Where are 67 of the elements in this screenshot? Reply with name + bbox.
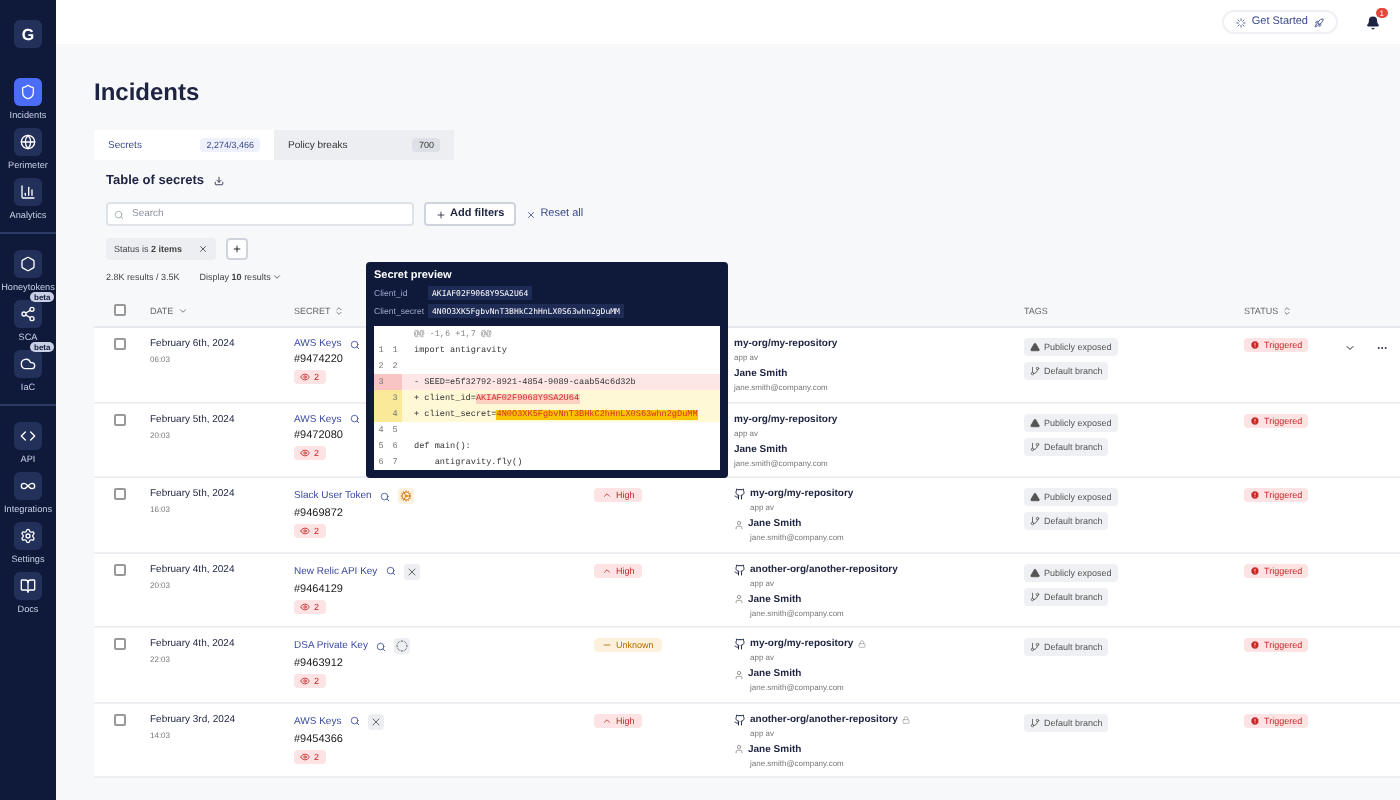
add-button[interactable] xyxy=(226,238,249,260)
chevron-up-icon xyxy=(602,490,612,500)
eye-icon xyxy=(300,372,310,382)
branch-icon xyxy=(1030,642,1040,652)
logo[interactable]: G xyxy=(14,20,42,48)
branch-icon xyxy=(1030,366,1040,376)
checkbox[interactable] xyxy=(114,338,126,350)
alert-icon xyxy=(1250,415,1260,425)
cloud-icon[interactable] xyxy=(14,350,42,378)
plus-icon xyxy=(436,209,446,219)
rocket-icon xyxy=(1314,17,1324,27)
bell-icon[interactable] xyxy=(1366,15,1380,29)
page-title: Incidents xyxy=(94,78,202,106)
chevron-down-icon[interactable] xyxy=(177,305,188,315)
alert-icon xyxy=(1250,715,1260,725)
eye-icon xyxy=(300,751,310,761)
branch-icon xyxy=(1030,591,1040,601)
search-icon[interactable] xyxy=(385,566,396,576)
search-icon[interactable] xyxy=(349,414,360,424)
download-icon[interactable] xyxy=(214,176,225,186)
shield-icon[interactable] xyxy=(14,78,42,106)
warning-icon xyxy=(1030,342,1040,352)
eye-icon xyxy=(300,526,310,536)
gear-icon xyxy=(397,488,414,504)
search-icon[interactable] xyxy=(379,491,390,501)
branch-icon xyxy=(1030,516,1040,526)
checkbox[interactable] xyxy=(114,638,126,650)
checkbox[interactable] xyxy=(114,488,126,500)
chevron-down-icon[interactable] xyxy=(1344,342,1356,354)
globe-icon[interactable] xyxy=(14,128,42,156)
search-icon[interactable] xyxy=(349,339,360,349)
search-icon xyxy=(114,209,124,219)
book-icon[interactable] xyxy=(14,572,42,600)
warning-icon xyxy=(1030,492,1040,502)
close-icon xyxy=(403,563,420,579)
infinity-icon[interactable] xyxy=(14,472,42,500)
warning-icon xyxy=(1030,567,1040,577)
dash-icon xyxy=(602,640,612,650)
checkbox[interactable] xyxy=(114,563,126,575)
checkbox[interactable] xyxy=(114,304,126,316)
close-icon xyxy=(367,713,384,729)
search-icon[interactable] xyxy=(349,716,360,726)
eye-icon xyxy=(300,447,310,457)
search-icon[interactable] xyxy=(375,641,386,651)
branch-icon xyxy=(1030,717,1040,727)
eye-icon xyxy=(300,601,310,611)
warning-icon xyxy=(1030,417,1040,427)
alert-icon xyxy=(1250,640,1260,650)
user-icon xyxy=(734,594,744,604)
chevron-up-icon xyxy=(602,715,612,725)
plus-icon xyxy=(232,244,243,254)
user-icon xyxy=(734,669,744,679)
eye-icon xyxy=(300,676,310,686)
alert-icon xyxy=(1250,490,1260,500)
share-icon[interactable] xyxy=(14,300,42,328)
user-icon xyxy=(734,519,744,529)
code-icon[interactable] xyxy=(14,422,42,450)
alert-icon xyxy=(1250,340,1260,350)
checkbox[interactable] xyxy=(114,713,126,725)
chevron-down-icon xyxy=(272,272,283,282)
user-icon xyxy=(734,744,744,754)
settings-icon[interactable] xyxy=(14,522,42,550)
branch-icon xyxy=(1030,441,1040,451)
bar-chart-icon[interactable] xyxy=(14,178,42,206)
alert-icon xyxy=(1250,565,1260,575)
checkbox[interactable] xyxy=(114,413,126,425)
chevron-up-icon xyxy=(602,565,612,575)
